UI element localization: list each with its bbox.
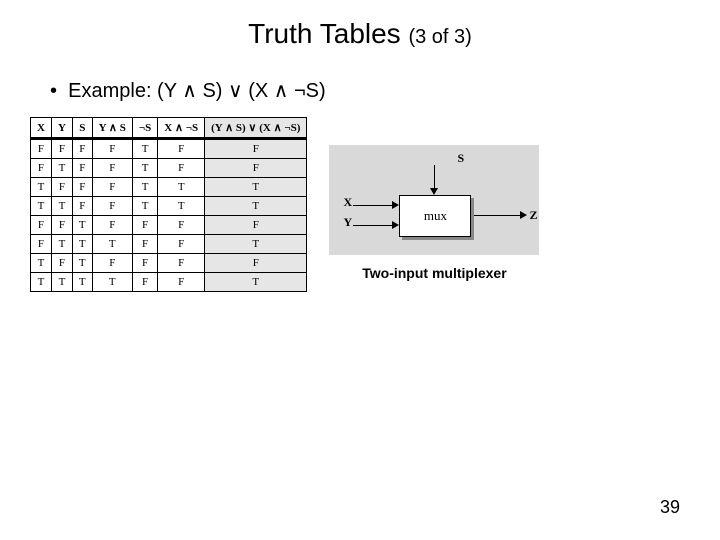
table-cell: T xyxy=(72,216,92,235)
table-cell: F xyxy=(51,216,72,235)
table-cell: F xyxy=(92,159,132,178)
table-cell: F xyxy=(31,216,52,235)
table-row: FTTTFFT xyxy=(31,235,307,254)
table-cell: T xyxy=(132,139,157,159)
table-row: TFTFFFF xyxy=(31,254,307,273)
table-cell: T xyxy=(51,197,72,216)
slide: Truth Tables (3 of 3) • Example: (Y ∧ S)… xyxy=(0,0,720,540)
table-cell: T xyxy=(205,197,307,216)
bullet-text: Example: (Y ∧ S) ∨ (X ∧ ¬S) xyxy=(68,80,326,102)
table-cell: F xyxy=(132,273,157,292)
table-cell: F xyxy=(92,254,132,273)
table-cell: F xyxy=(132,235,157,254)
table-header-cell: X xyxy=(31,118,52,139)
table-cell: T xyxy=(51,273,72,292)
table-header-cell: Y ∧ S xyxy=(92,118,132,139)
table-cell: T xyxy=(31,197,52,216)
content-row: XYSY ∧ S¬SX ∧ ¬S(Y ∧ S) ∨ (X ∧ ¬S) FFFFT… xyxy=(0,117,720,292)
table-cell: F xyxy=(51,178,72,197)
truth-table: XYSY ∧ S¬SX ∧ ¬S(Y ∧ S) ∨ (X ∧ ¬S) FFFFT… xyxy=(30,117,307,292)
mux-arrow-z xyxy=(520,211,527,219)
table-cell: T xyxy=(92,235,132,254)
mux-arrow-s xyxy=(430,188,438,195)
table-cell: F xyxy=(158,235,205,254)
table-cell: T xyxy=(132,178,157,197)
table-cell: T xyxy=(132,159,157,178)
mux-line-s xyxy=(434,165,435,189)
mux-line-z xyxy=(473,215,521,216)
table-row: FTFFTFF xyxy=(31,159,307,178)
table-cell: T xyxy=(31,254,52,273)
table-cell: F xyxy=(92,178,132,197)
table-cell: T xyxy=(51,159,72,178)
table-cell: F xyxy=(31,235,52,254)
table-header-cell: Y xyxy=(51,118,72,139)
mux-label-y: Y xyxy=(343,215,352,230)
table-cell: F xyxy=(72,159,92,178)
table-cell: T xyxy=(72,254,92,273)
table-row: FFTFFFF xyxy=(31,216,307,235)
table-header-cell: X ∧ ¬S xyxy=(158,118,205,139)
table-cell: T xyxy=(205,273,307,292)
table-cell: F xyxy=(72,139,92,159)
table-cell: T xyxy=(72,273,92,292)
mux-arrow-y xyxy=(392,221,399,229)
mux-caption: Two-input multiplexer xyxy=(329,265,539,281)
table-row: FFFFTFF xyxy=(31,139,307,159)
table-cell: T xyxy=(51,235,72,254)
table-cell: T xyxy=(158,197,205,216)
table-header-cell: S xyxy=(72,118,92,139)
table-row: TFFFTTT xyxy=(31,178,307,197)
table-cell: F xyxy=(132,216,157,235)
table-cell: T xyxy=(31,273,52,292)
mux-diagram: S X Y Z mux xyxy=(329,145,539,255)
table-cell: F xyxy=(72,197,92,216)
mux-label-z: Z xyxy=(529,208,537,223)
table-header-cell: ¬S xyxy=(132,118,157,139)
mux-line-y xyxy=(353,225,393,226)
table-cell: F xyxy=(158,139,205,159)
table-header-cell: (Y ∧ S) ∨ (X ∧ ¬S) xyxy=(205,118,307,139)
table-head: XYSY ∧ S¬SX ∧ ¬S(Y ∧ S) ∨ (X ∧ ¬S) xyxy=(31,118,307,139)
page-number: 39 xyxy=(660,497,680,518)
table-cell: F xyxy=(31,159,52,178)
table-cell: F xyxy=(51,139,72,159)
table-cell: F xyxy=(205,159,307,178)
mux-line-x xyxy=(353,205,393,206)
table-cell: T xyxy=(72,235,92,254)
table-cell: F xyxy=(205,254,307,273)
table-cell: T xyxy=(205,235,307,254)
table-cell: F xyxy=(158,159,205,178)
mux-arrow-x xyxy=(392,201,399,209)
mux-label-x: X xyxy=(343,195,352,210)
title-sub: (3 of 3) xyxy=(408,26,471,48)
table-body: FFFFTFFFTFFTFFTFFFTTTTTFFTTTFFTFFFFFTTTF… xyxy=(31,139,307,292)
table-cell: T xyxy=(158,178,205,197)
mux-label-s: S xyxy=(457,151,464,166)
slide-title: Truth Tables (3 of 3) xyxy=(0,0,720,50)
table-cell: F xyxy=(92,139,132,159)
table-cell: F xyxy=(132,254,157,273)
table-cell: F xyxy=(158,216,205,235)
table-cell: T xyxy=(205,178,307,197)
table-cell: T xyxy=(92,273,132,292)
table-cell: F xyxy=(72,178,92,197)
example-bullet: • Example: (Y ∧ S) ∨ (X ∧ ¬S) xyxy=(50,78,720,103)
title-main: Truth Tables xyxy=(248,18,408,49)
mux-box: mux xyxy=(399,195,471,237)
mux-figure: S X Y Z mux Two-input multiplexer xyxy=(329,145,539,281)
table-row: TTTTFFT xyxy=(31,273,307,292)
table-cell: F xyxy=(158,273,205,292)
table-cell: F xyxy=(31,139,52,159)
table-cell: F xyxy=(51,254,72,273)
table-cell: F xyxy=(205,216,307,235)
table-cell: F xyxy=(158,254,205,273)
table-cell: T xyxy=(31,178,52,197)
table-cell: F xyxy=(92,216,132,235)
table-cell: F xyxy=(205,139,307,159)
table-row: TTFFTTT xyxy=(31,197,307,216)
table-cell: T xyxy=(132,197,157,216)
table-cell: F xyxy=(92,197,132,216)
